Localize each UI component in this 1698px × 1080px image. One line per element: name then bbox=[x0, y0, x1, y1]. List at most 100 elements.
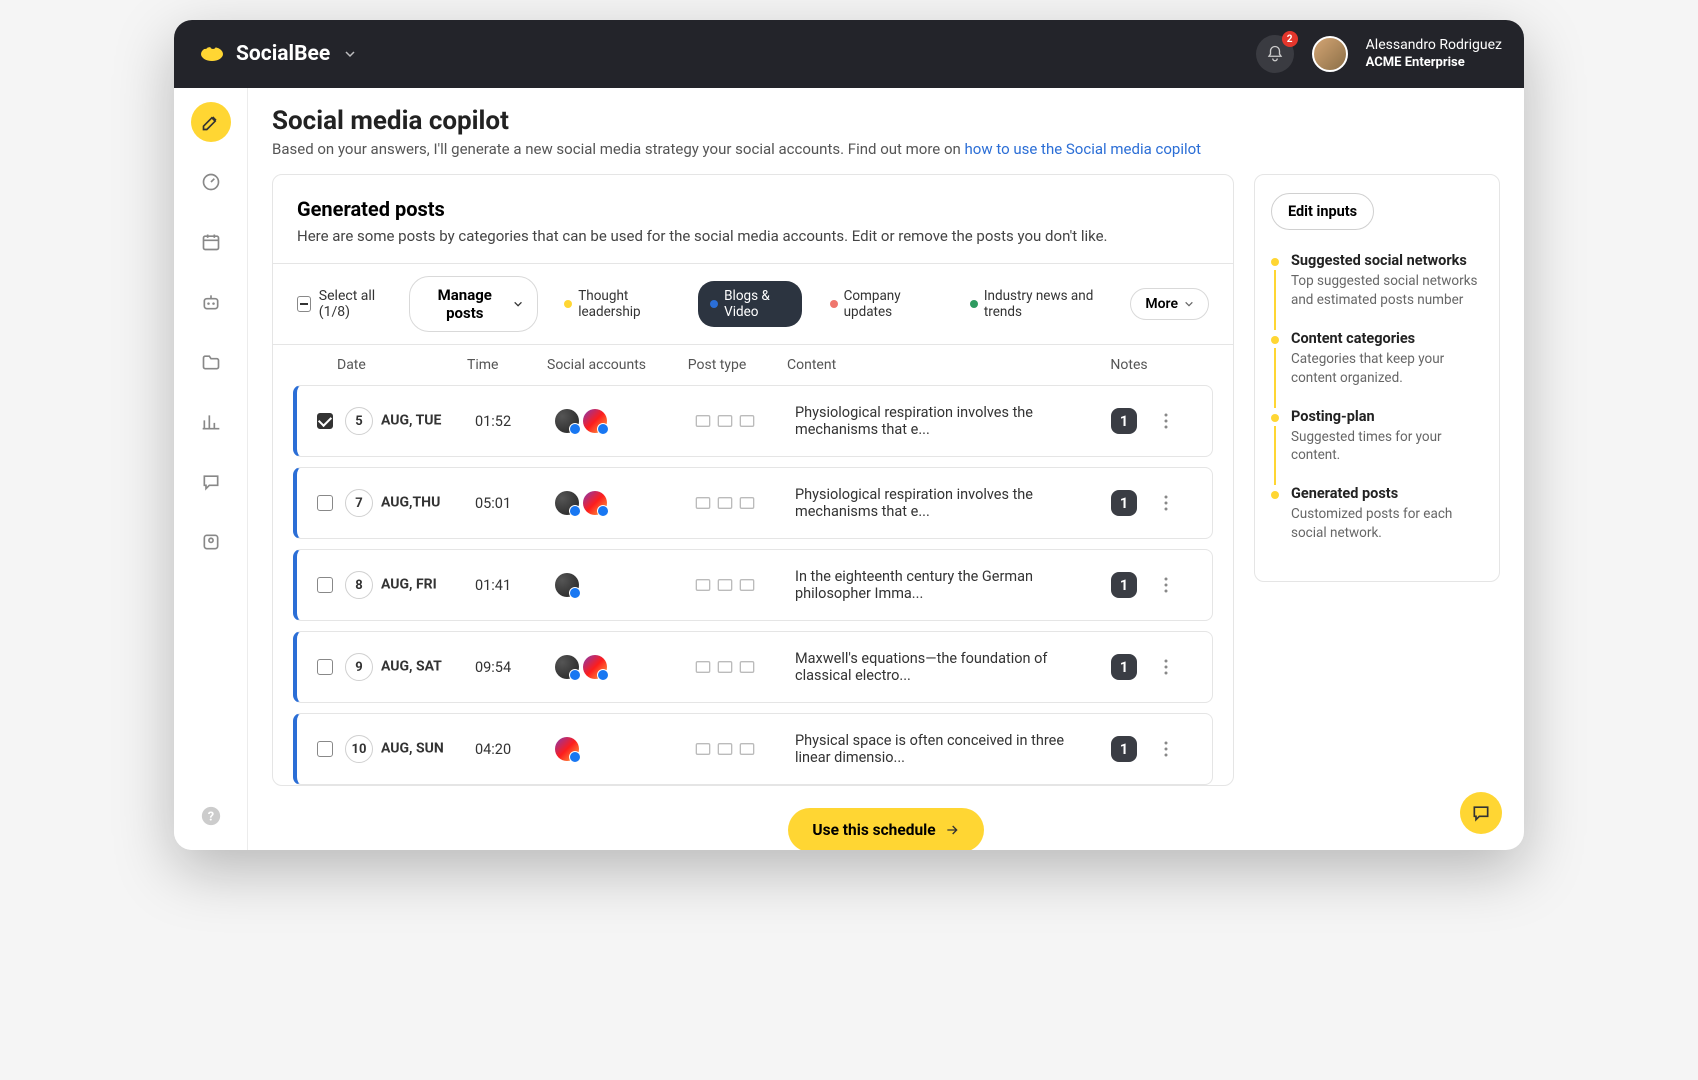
notes-badge: 1 bbox=[1111, 408, 1137, 434]
row-menu-button[interactable] bbox=[1164, 474, 1204, 532]
ig-account-icon bbox=[555, 737, 579, 761]
fb-account-icon bbox=[555, 409, 579, 433]
row-checkbox[interactable] bbox=[317, 741, 333, 757]
select-all-checkbox[interactable] bbox=[297, 296, 311, 312]
category-filter[interactable]: Industry news and trends bbox=[958, 281, 1117, 327]
content-cell: Physical space is often conceived in thr… bbox=[775, 732, 1084, 766]
sidenav-messages[interactable] bbox=[191, 462, 231, 502]
row-menu-button[interactable] bbox=[1164, 556, 1204, 614]
date-num: 8 bbox=[345, 571, 373, 599]
date-num: 10 bbox=[345, 735, 373, 763]
chevron-down-icon bbox=[1184, 299, 1194, 309]
generated-posts-card: Generated posts Here are some posts by c… bbox=[272, 174, 1234, 786]
page-title: Social media copilot bbox=[272, 106, 1500, 136]
row-menu-button[interactable] bbox=[1164, 638, 1204, 696]
select-all[interactable]: Select all (1/8) bbox=[297, 288, 395, 320]
topbar: SocialBee 2 Alessandro Rodriguez ACME En… bbox=[174, 20, 1524, 88]
bee-icon bbox=[196, 43, 228, 65]
sidenav-compose[interactable] bbox=[191, 102, 231, 142]
date-label: AUG, SUN bbox=[381, 741, 444, 757]
chat-fab[interactable] bbox=[1460, 792, 1502, 834]
generated-sub: Here are some posts by categories that c… bbox=[273, 221, 1233, 263]
edit-inputs-button[interactable]: Edit inputs bbox=[1271, 193, 1374, 230]
date-label: AUG,THU bbox=[381, 495, 440, 511]
time-cell: 04:20 bbox=[475, 741, 555, 758]
logo[interactable]: SocialBee bbox=[196, 42, 356, 66]
date-num: 9 bbox=[345, 653, 373, 681]
progress-step[interactable]: Generated posts Customized posts for each… bbox=[1271, 485, 1483, 543]
row-checkbox[interactable] bbox=[317, 659, 333, 675]
page-subtitle: Based on your answers, I'll generate a n… bbox=[272, 140, 1500, 158]
step-title: Suggested social networks bbox=[1291, 252, 1483, 269]
aside: Edit inputs Suggested social networks Top… bbox=[1254, 174, 1500, 786]
svg-text:?: ? bbox=[207, 810, 213, 825]
sidenav-copilot[interactable] bbox=[191, 282, 231, 322]
step-title: Content categories bbox=[1291, 330, 1483, 347]
sidenav-analytics[interactable] bbox=[191, 402, 231, 442]
arrow-right-icon bbox=[944, 822, 960, 838]
content-cell: Physiological respiration involves the m… bbox=[775, 486, 1084, 520]
progress-step[interactable]: Content categories Categories that keep y… bbox=[1271, 330, 1483, 388]
fb-account-icon bbox=[555, 491, 579, 515]
help-link[interactable]: how to use the Social media copilot bbox=[965, 140, 1202, 158]
sidenav-calendar[interactable] bbox=[191, 222, 231, 262]
fb-account-icon bbox=[555, 573, 579, 597]
table-row[interactable]: 10 AUG, SUN 04:20 Physical space is often… bbox=[293, 713, 1213, 785]
row-checkbox[interactable] bbox=[317, 413, 333, 429]
use-schedule-button[interactable]: Use this schedule bbox=[788, 808, 983, 850]
social-accounts bbox=[555, 737, 675, 761]
category-filter[interactable]: Thought leadership bbox=[552, 281, 682, 327]
user-info[interactable]: Alessandro Rodriguez ACME Enterprise bbox=[1366, 36, 1502, 71]
table-row[interactable]: 5AUG, TUE 01:52 Physiological respiratio… bbox=[293, 385, 1213, 457]
step-desc: Customized posts for each social network… bbox=[1291, 505, 1483, 543]
step-desc: Top suggested social networks and estima… bbox=[1291, 272, 1483, 310]
post-type-icons bbox=[675, 496, 775, 510]
table-row[interactable]: 8AUG, FRI 01:41 In the eighteenth centur… bbox=[293, 549, 1213, 621]
notifications-button[interactable]: 2 bbox=[1256, 35, 1294, 73]
progress-step[interactable]: Posting-planSuggested times for your con… bbox=[1271, 408, 1483, 466]
date-label: AUG, SAT bbox=[381, 659, 442, 675]
row-menu-button[interactable] bbox=[1164, 392, 1204, 450]
date-num: 7 bbox=[345, 489, 373, 517]
row-menu-button[interactable] bbox=[1164, 720, 1204, 778]
category-filter[interactable]: Company updates bbox=[818, 281, 942, 327]
manage-posts-button[interactable]: Manage posts bbox=[409, 276, 538, 332]
notes-badge: 1 bbox=[1111, 736, 1137, 762]
category-dot-icon bbox=[970, 300, 978, 308]
date-label: AUG, TUE bbox=[381, 413, 441, 429]
sidenav-help[interactable]: ? bbox=[191, 796, 231, 836]
step-title: Posting-plan bbox=[1291, 408, 1483, 425]
sidenav: ? bbox=[174, 88, 248, 850]
sidenav-folder[interactable] bbox=[191, 342, 231, 382]
post-type-icons bbox=[675, 742, 775, 756]
sidenav-dashboard[interactable] bbox=[191, 162, 231, 202]
sidenav-profile[interactable] bbox=[191, 522, 231, 562]
content-cell: In the eighteenth century the German phi… bbox=[775, 568, 1084, 602]
category-filter-group: Thought leadership Blogs & Video Company u… bbox=[552, 281, 1116, 327]
user-name: Alessandro Rodriguez bbox=[1366, 36, 1502, 54]
content-cell: Maxwell's equations—the foundation of cl… bbox=[775, 650, 1084, 684]
row-checkbox[interactable] bbox=[317, 495, 333, 511]
step-title: Generated posts bbox=[1291, 485, 1483, 502]
table-row[interactable]: 7AUG,THU 05:01 Physiological respiration… bbox=[293, 467, 1213, 539]
avatar[interactable] bbox=[1312, 36, 1348, 72]
social-accounts bbox=[555, 409, 675, 433]
more-button[interactable]: More bbox=[1130, 288, 1209, 320]
post-rows: 5AUG, TUE 01:52 Physiological respiratio… bbox=[273, 385, 1233, 785]
ig-account-icon bbox=[583, 409, 607, 433]
step-desc: Categories that keep your content organi… bbox=[1291, 350, 1483, 388]
date-label: AUG, FRI bbox=[381, 577, 437, 593]
table-row[interactable]: 9 AUG, SAT 09:54 Maxwell's equations—the … bbox=[293, 631, 1213, 703]
content-cell: Physiological respiration involves the m… bbox=[775, 404, 1084, 438]
progress-steps: Suggested social networks Top suggested s… bbox=[1271, 252, 1483, 543]
category-filter[interactable]: Blogs & Video bbox=[698, 281, 801, 327]
notes-badge: 1 bbox=[1111, 654, 1137, 680]
time-cell: 09:54 bbox=[475, 659, 555, 676]
row-checkbox[interactable] bbox=[317, 577, 333, 593]
progress-step[interactable]: Suggested social networks Top suggested s… bbox=[1271, 252, 1483, 310]
chevron-down-icon bbox=[344, 48, 356, 60]
post-type-icons bbox=[675, 414, 775, 428]
social-accounts bbox=[555, 573, 675, 597]
notes-badge: 1 bbox=[1111, 572, 1137, 598]
date-num: 5 bbox=[345, 407, 373, 435]
